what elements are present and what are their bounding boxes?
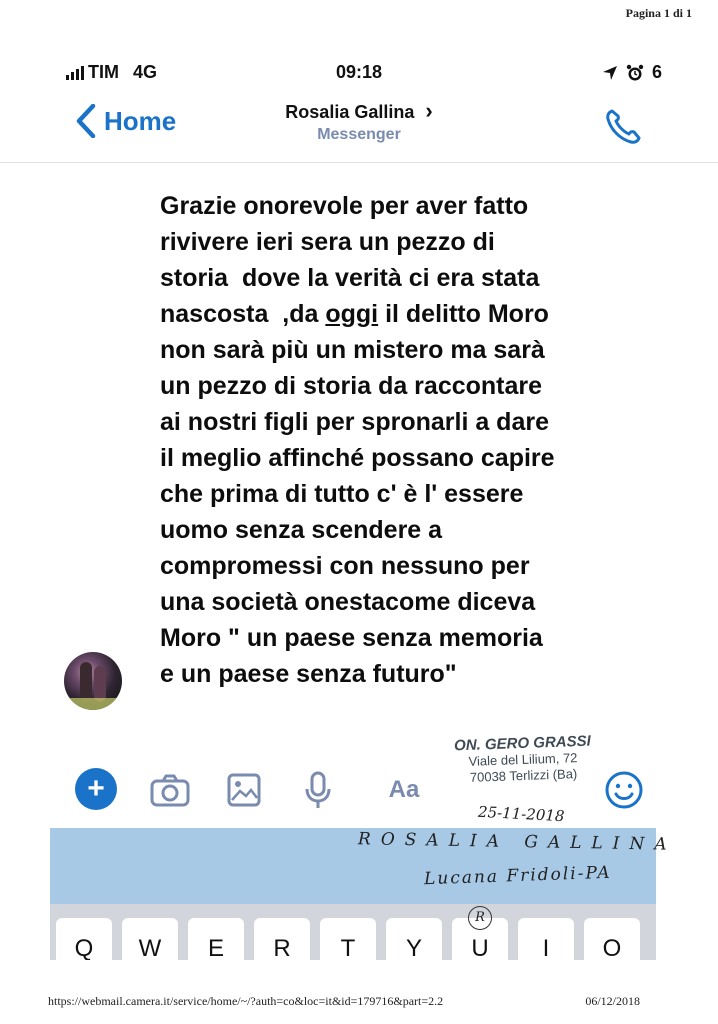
location-arrow-icon (602, 65, 617, 80)
text-format-button[interactable]: Aa (382, 768, 426, 812)
message-line: e un paese senza futuro" (160, 660, 457, 688)
message-line: una società onestacome diceva (160, 588, 536, 616)
camera-icon[interactable] (148, 768, 192, 812)
key-r[interactable]: R (254, 918, 310, 960)
key-q[interactable]: Q (56, 918, 112, 960)
emoji-icon[interactable] (602, 768, 646, 812)
key-t[interactable]: T (320, 918, 376, 960)
print-date: 06/12/2018 (585, 994, 640, 1008)
handwritten-mark: R (468, 906, 492, 930)
handwritten-date: 25-11-2018 (477, 802, 565, 826)
message-line: uomo senza scendere a (160, 516, 443, 544)
message-line: non sarà più un mistero ma sarà (160, 336, 545, 364)
underlined-word: oggi (325, 300, 379, 328)
contact-name-text: Rosalia Gallina (285, 102, 415, 122)
avatar-floor (64, 698, 122, 710)
avatar-figure (94, 666, 106, 702)
key-e[interactable]: E (188, 918, 244, 960)
message-bubble: Grazie onorevole per aver fatto rivivere… (160, 188, 630, 692)
print-url: https://webmail.camera.it/service/home/~… (48, 994, 444, 1008)
add-button[interactable]: + (75, 768, 117, 810)
chevron-right-icon: › (425, 98, 433, 123)
key-i[interactable]: I (518, 918, 574, 960)
composer-toolbar: + Aa (0, 760, 718, 820)
message-line: il meglio affinché possano capire (160, 444, 555, 472)
image-icon[interactable] (222, 768, 266, 812)
key-w[interactable]: W (122, 918, 178, 960)
battery-label: 6 (651, 62, 662, 82)
print-page-label: Pagina 1 di 1 (625, 6, 692, 20)
message-line: ai nostri figli per spronarli a dare (160, 408, 549, 436)
key-y[interactable]: Y (386, 918, 442, 960)
message-line: rivivere ieri sera un pezzo di (160, 228, 495, 256)
message-line: Grazie onorevole per aver fatto (160, 192, 529, 220)
message-fragment: il delitto Moro (378, 300, 549, 328)
message-line: che prima di tutto c' è l' essere (160, 480, 524, 508)
status-bar: TIM 4G 09:18 6 (0, 62, 718, 88)
keyboard: Q W E R T Y U I O (50, 904, 656, 960)
avatar-figure (80, 662, 92, 702)
message-line: Moro " un paese senza memoria (160, 624, 543, 652)
message-line: compromessi con nessuno per (160, 552, 530, 580)
message-line: un pezzo di storia da raccontare (160, 372, 543, 400)
message-line: nascosta ,da oggi il delitto Moro (160, 296, 630, 332)
phone-call-icon[interactable] (604, 108, 642, 146)
status-right: 6 (602, 62, 662, 83)
key-o[interactable]: O (584, 918, 640, 960)
message-line: storia dove la verità ci era stata (160, 264, 540, 292)
microphone-icon[interactable] (296, 768, 340, 812)
message-fragment: nascosta ,da (160, 300, 326, 328)
conversation-header: Home Rosalia Gallina › Messenger (0, 96, 718, 163)
alarm-clock-icon (626, 64, 644, 80)
sender-avatar[interactable] (64, 652, 122, 710)
